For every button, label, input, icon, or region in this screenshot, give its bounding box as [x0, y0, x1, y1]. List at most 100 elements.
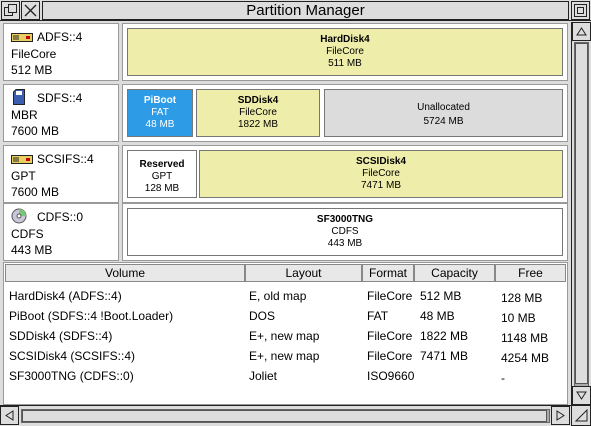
- partition-piboot[interactable]: PiBoot FAT 48 MB: [127, 89, 193, 137]
- partition-size: 128 MB: [144, 183, 180, 194]
- volume-table: Volume Layout Format Capacity Free HardD…: [3, 262, 568, 405]
- disk-info[interactable]: SDFS::4 MBR 7600 MB: [3, 84, 119, 142]
- scroll-down-button[interactable]: [572, 386, 591, 405]
- column-header-format[interactable]: Format: [362, 264, 414, 282]
- partition-type: GPT: [151, 171, 173, 182]
- partition-size: 1822 MB: [237, 119, 279, 130]
- resize-button[interactable]: [571, 405, 591, 426]
- disk-info[interactable]: CDFS::0 CDFS 443 MB: [3, 203, 119, 261]
- column-header-free[interactable]: Free: [495, 264, 566, 282]
- disk-name: SCSIFS::4: [37, 152, 94, 166]
- arrow-down-icon: [576, 391, 587, 400]
- window-title[interactable]: Partition Manager: [42, 1, 569, 20]
- disk-size: 7600 MB: [11, 124, 60, 138]
- cell-format: FileCore: [367, 349, 413, 363]
- cell-layout: E, old map: [249, 289, 307, 303]
- horizontal-scrollbar[interactable]: [0, 405, 571, 426]
- partition-map: Reserved GPT 128 MB SCSIDisk4 FileCore 7…: [122, 145, 568, 203]
- disk-scheme: CDFS: [11, 227, 44, 241]
- partition-scsidisk4[interactable]: SCSIDisk4 FileCore 7471 MB: [199, 150, 563, 198]
- table-row[interactable]: SDDisk4 (SDFS::4) E+, new map FileCore 1…: [4, 326, 567, 346]
- toggle-size-button[interactable]: [571, 1, 590, 20]
- disk-info[interactable]: SCSIFS::4 GPT 7600 MB: [3, 145, 119, 203]
- partition-unallocated[interactable]: Unallocated 5724 MB: [324, 89, 563, 137]
- partition-reserved[interactable]: Reserved GPT 128 MB: [127, 150, 197, 198]
- disk-scheme: MBR: [11, 108, 38, 122]
- column-header-capacity[interactable]: Capacity: [414, 264, 495, 282]
- disk-size: 7600 MB: [11, 185, 60, 199]
- partition-map: SF3000TNG CDFS 443 MB: [122, 203, 568, 261]
- close-icon: [24, 4, 37, 17]
- cell-capacity: 1822 MB: [420, 329, 469, 343]
- cell-format: ISO9660: [367, 369, 415, 383]
- horizontal-scroll-track[interactable]: [21, 409, 550, 423]
- cell-free: 1148 MB: [501, 331, 549, 345]
- cell-format: FAT: [367, 309, 389, 323]
- partition-name: PiBoot: [143, 95, 177, 106]
- partition-size: 443 MB: [327, 238, 363, 249]
- disk-name: SDFS::4: [37, 91, 83, 105]
- cell-volume: SDDisk4 (SDFS::4): [9, 329, 113, 343]
- cell-volume: SF3000TNG (CDFS::0): [9, 369, 134, 383]
- scroll-up-button[interactable]: [572, 22, 591, 41]
- cell-free: 128 MB: [501, 291, 543, 305]
- arrow-up-icon: [576, 27, 587, 36]
- partition-map: PiBoot FAT 48 MB SDDisk4 FileCore 1822 M…: [122, 84, 568, 142]
- disk-scheme: GPT: [11, 169, 36, 183]
- cell-layout: E+, new map: [249, 349, 320, 363]
- partition-size: 511 MB: [328, 58, 362, 69]
- toggle-size-icon: [574, 4, 587, 17]
- cell-volume: HardDisk4 (ADFS::4): [9, 289, 122, 303]
- resize-icon: [574, 409, 587, 422]
- cell-format: FileCore: [367, 289, 413, 303]
- cell-capacity: 7471 MB: [420, 349, 469, 363]
- cell-layout: E+, new map: [249, 329, 320, 343]
- partition-name: Reserved: [139, 159, 185, 170]
- cell-layout: Joliet: [249, 369, 278, 383]
- partition-harddisk4[interactable]: HardDisk4 FileCore 511 MB: [127, 28, 563, 76]
- column-header-volume[interactable]: Volume: [5, 264, 245, 282]
- back-button[interactable]: [1, 1, 20, 20]
- cell-format: FileCore: [367, 329, 413, 343]
- table-header: Volume Layout Format Capacity Free: [4, 263, 567, 283]
- table-row[interactable]: SF3000TNG (CDFS::0) Joliet ISO9660 -: [4, 366, 567, 386]
- partition-type: FAT: [151, 107, 169, 118]
- scroll-left-button[interactable]: [0, 406, 19, 425]
- horizontal-scroll-thumb[interactable]: [22, 410, 547, 422]
- close-button[interactable]: [21, 1, 40, 20]
- partition-map: HardDisk4 FileCore 511 MB: [122, 23, 568, 81]
- partition-size: 7471 MB: [360, 180, 402, 191]
- partition-name: SCSIDisk4: [355, 156, 407, 167]
- partition-name: HardDisk4: [320, 34, 370, 45]
- table-row[interactable]: PiBoot (SDFS::4 !Boot.Loader) DOS FAT 48…: [4, 306, 567, 326]
- title-bar: Partition Manager: [0, 0, 591, 21]
- partition-sddisk4[interactable]: SDDisk4 FileCore 1822 MB: [196, 89, 320, 137]
- disk-scheme: FileCore: [11, 47, 57, 61]
- table-row[interactable]: SCSIDisk4 (SCSIFS::4) E+, new map FileCo…: [4, 346, 567, 366]
- vertical-scrollbar[interactable]: [571, 22, 591, 405]
- vertical-scroll-thumb[interactable]: [575, 43, 588, 384]
- disk-name: CDFS::0: [37, 210, 84, 224]
- back-icon: [4, 4, 17, 16]
- partition-size: 5724 MB: [423, 116, 464, 127]
- arrow-left-icon: [5, 410, 14, 421]
- disk-name: ADFS::4: [37, 30, 83, 44]
- disk-row-scsifs: SCSIFS::4 GPT 7600 MB Reserved GPT 128 M…: [3, 145, 568, 203]
- table-row[interactable]: HardDisk4 (ADFS::4) E, old map FileCore …: [4, 286, 567, 306]
- disk-size: 512 MB: [11, 63, 53, 77]
- cell-free: 4254 MB: [501, 351, 550, 365]
- disk-size: 443 MB: [11, 243, 53, 257]
- cell-free: -: [501, 371, 505, 385]
- partition-type: FileCore: [326, 46, 364, 57]
- vertical-scroll-track[interactable]: [574, 42, 589, 387]
- disk-row-cdfs: CDFS::0 CDFS 443 MB SF3000TNG CDFS 443 M…: [3, 203, 568, 261]
- column-header-layout[interactable]: Layout: [245, 264, 362, 282]
- cell-capacity: 48 MB: [420, 309, 455, 323]
- arrow-right-icon: [556, 410, 565, 421]
- disk-info[interactable]: ADFS::4 FileCore 512 MB: [3, 23, 119, 81]
- partition-type: CDFS: [331, 226, 359, 237]
- partition-name: SDDisk4: [237, 95, 279, 106]
- scroll-right-button[interactable]: [551, 406, 570, 425]
- partition-sf3000tng[interactable]: SF3000TNG CDFS 443 MB: [127, 208, 563, 256]
- cell-layout: DOS: [249, 309, 276, 323]
